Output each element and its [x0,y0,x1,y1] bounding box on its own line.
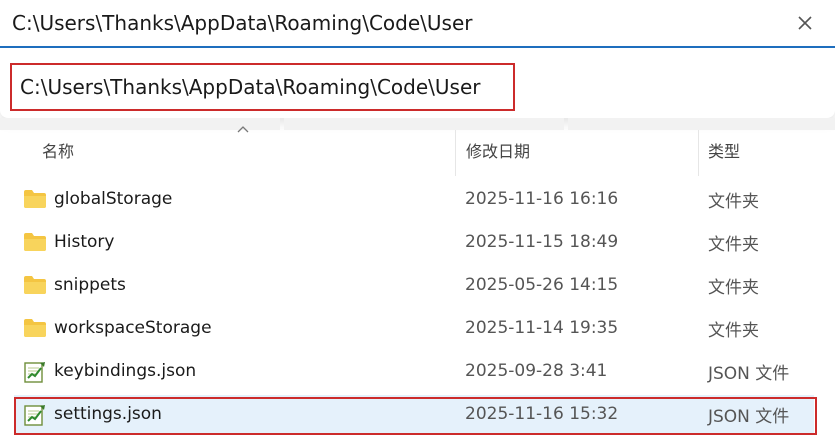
json-file-icon [23,404,47,426]
file-name: globalStorage [54,189,173,209]
column-divider[interactable] [698,130,699,176]
file-date: 2025-09-28 3:41 [465,361,608,381]
file-type: JSON 文件 [708,406,790,427]
column-header-type[interactable]: 类型 [708,139,740,165]
folder-icon [23,275,47,295]
toolbar-fragment [568,118,835,130]
file-row[interactable]: keybindings.json 2025-09-28 3:41 JSON 文件 [14,352,814,390]
file-name: keybindings.json [54,361,197,381]
file-name: settings.json [54,404,162,424]
file-name: History [54,232,115,252]
file-type: 文件夹 [708,277,759,298]
sort-ascending-icon [237,126,249,133]
file-type: 文件夹 [708,191,759,212]
file-type: 文件夹 [708,234,759,255]
column-header-date[interactable]: 修改日期 [466,139,530,165]
json-file-icon [23,361,47,383]
file-date: 2025-11-16 15:32 [465,404,619,424]
folder-icon [23,189,47,209]
address-bar[interactable]: C:\Users\Thanks\AppData\Roaming\Code\Use… [0,0,835,48]
folder-icon [23,318,47,338]
column-divider[interactable] [455,130,456,176]
file-date: 2025-05-26 14:15 [465,275,619,295]
file-name: snippets [54,275,126,295]
file-type: 文件夹 [708,320,759,341]
file-row[interactable]: settings.json 2025-11-16 15:32 JSON 文件 [14,395,814,433]
close-icon[interactable] [793,11,817,35]
file-row[interactable]: globalStorage 2025-11-16 16:16 文件夹 [14,180,814,218]
address-suggestions: C:\Users\Thanks\AppData\Roaming\Code\Use… [0,48,835,118]
file-row[interactable]: workspaceStorage 2025-11-14 19:35 文件夹 [14,309,814,347]
file-row[interactable]: History 2025-11-15 18:49 文件夹 [14,223,814,261]
file-row[interactable]: snippets 2025-05-26 14:15 文件夹 [14,266,814,304]
suggestion-item[interactable]: C:\Users\Thanks\AppData\Roaming\Code\Use… [10,63,515,111]
file-date: 2025-11-14 19:35 [465,318,619,338]
column-header-name[interactable]: 名称 [42,139,74,165]
file-name: workspaceStorage [54,318,212,338]
folder-icon [23,232,47,252]
address-input[interactable]: C:\Users\Thanks\AppData\Roaming\Code\Use… [12,10,472,36]
suggestion-path: C:\Users\Thanks\AppData\Roaming\Code\Use… [20,75,481,99]
file-date: 2025-11-15 18:49 [465,232,619,252]
file-type: JSON 文件 [708,363,790,384]
toolbar-fragment [284,118,564,130]
file-date: 2025-11-16 16:16 [465,189,619,209]
